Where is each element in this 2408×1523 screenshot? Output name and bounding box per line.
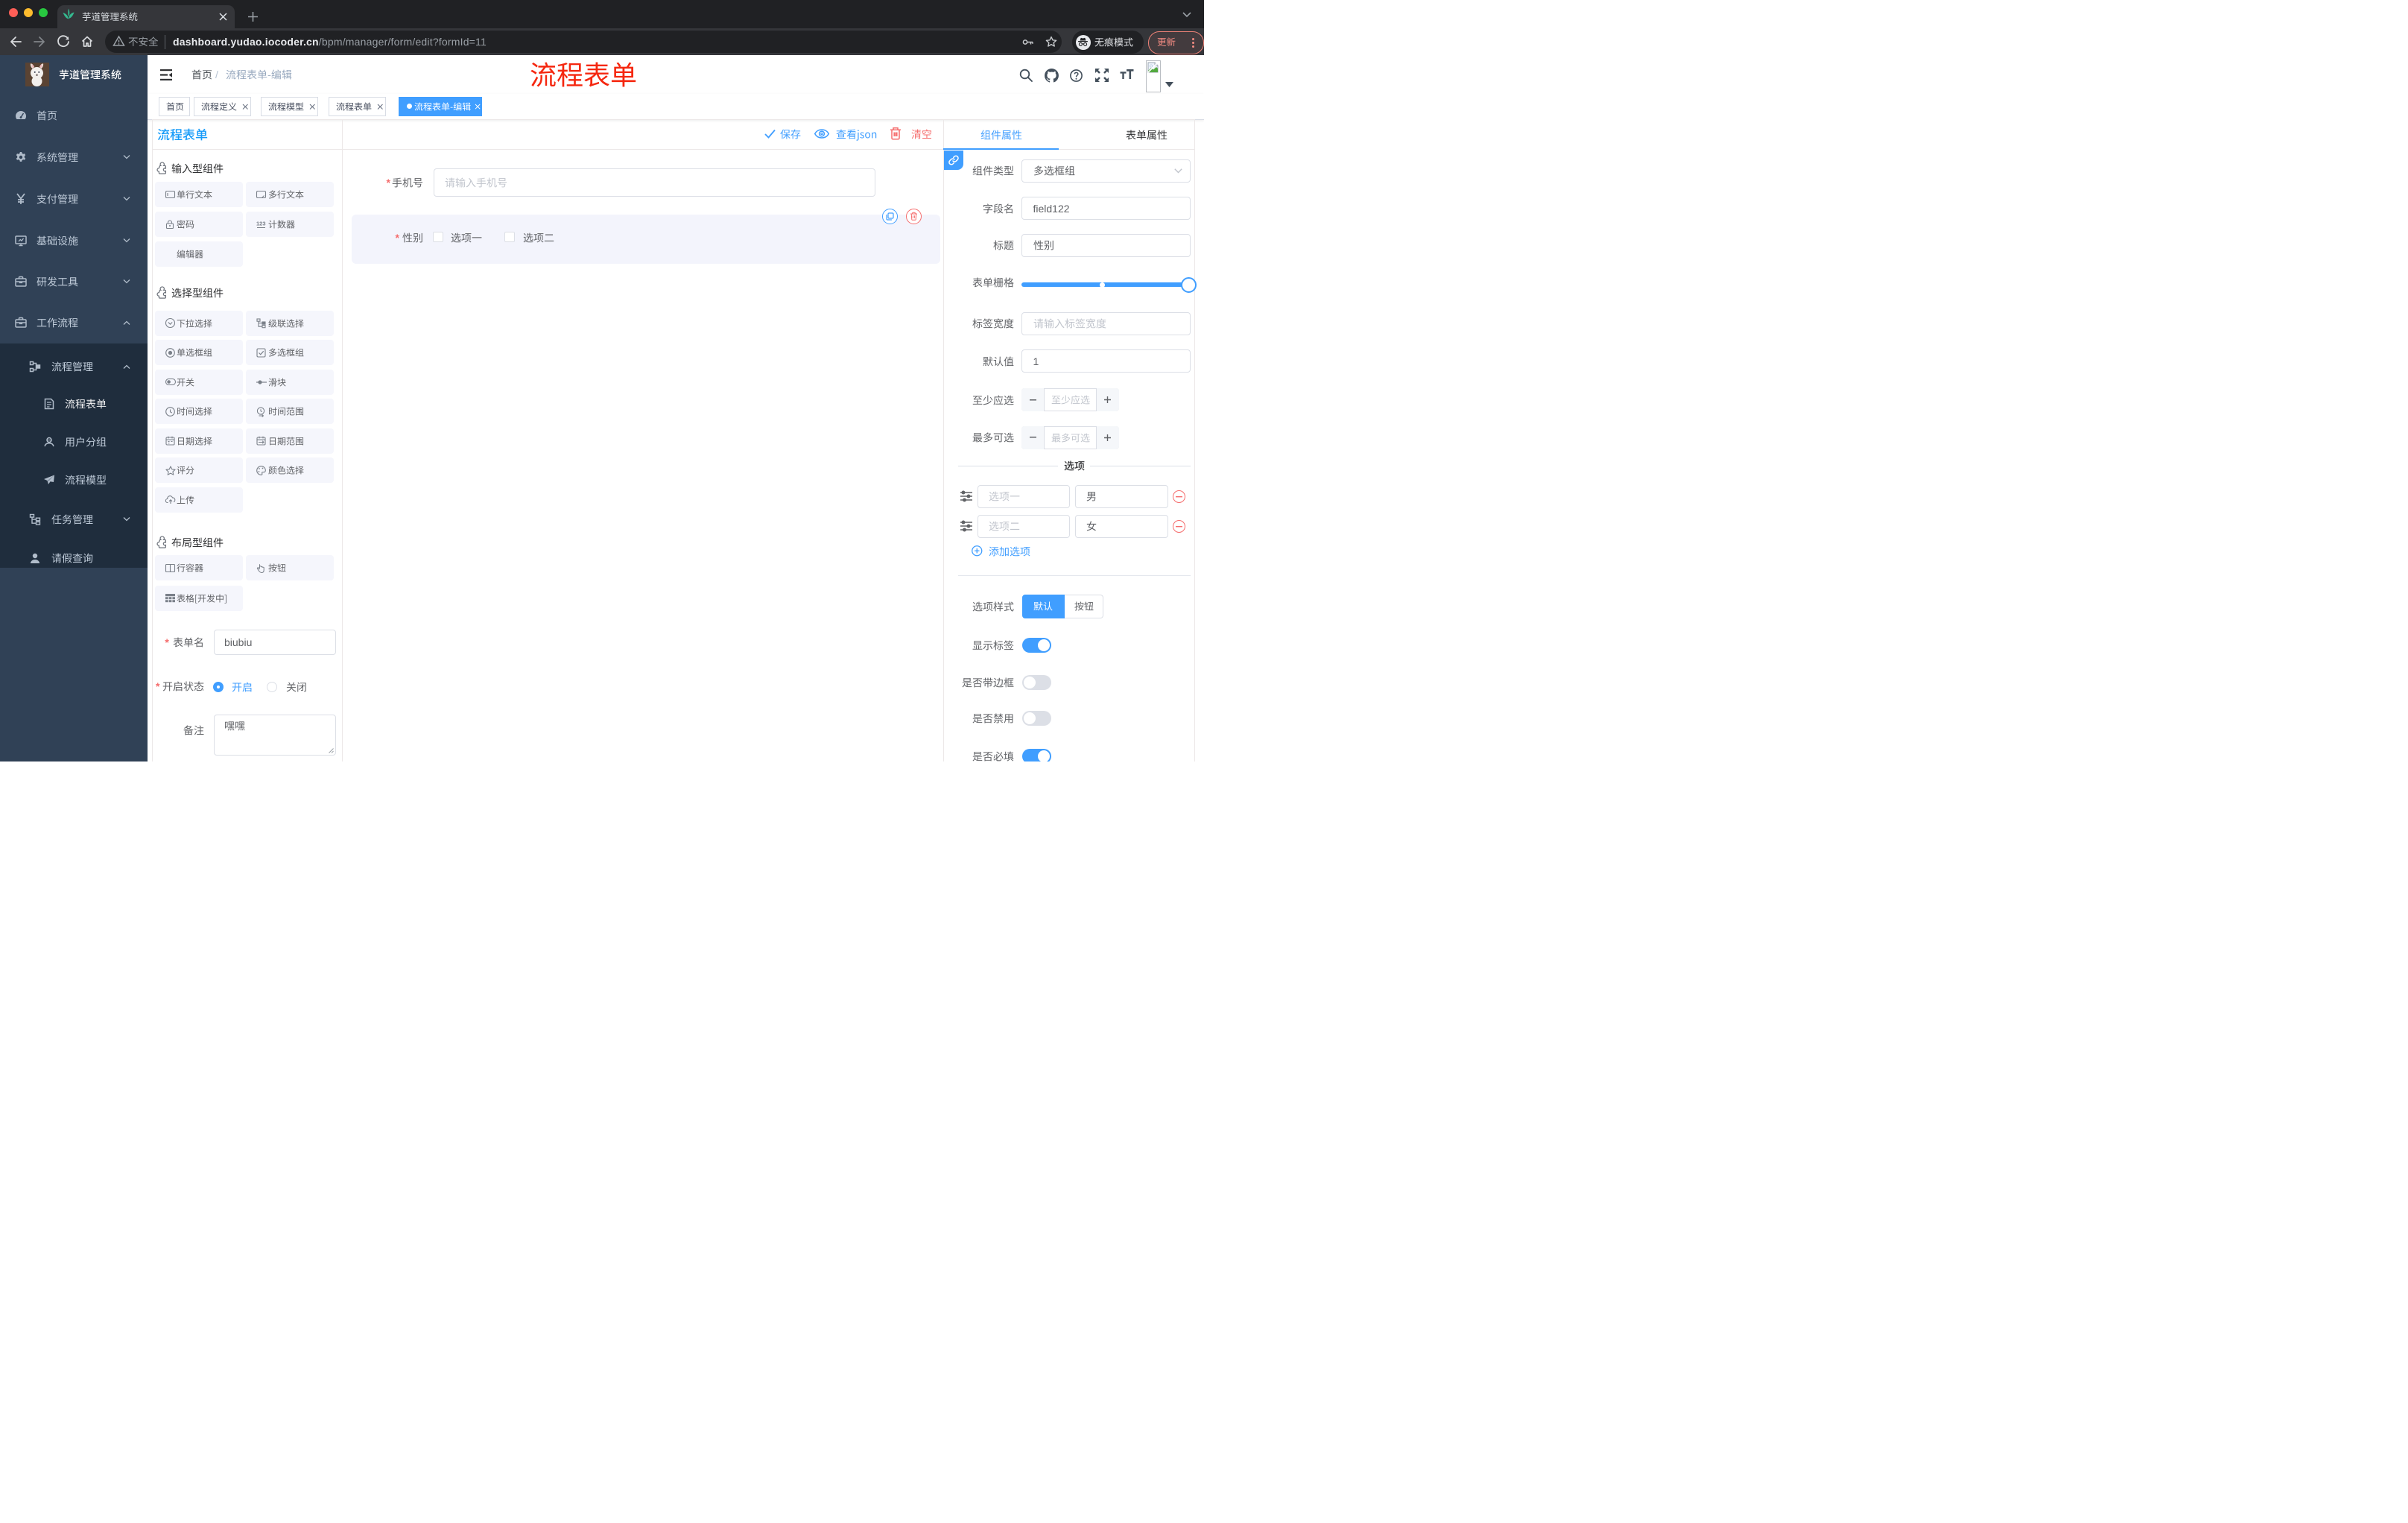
svg-text:123: 123 (256, 221, 266, 227)
